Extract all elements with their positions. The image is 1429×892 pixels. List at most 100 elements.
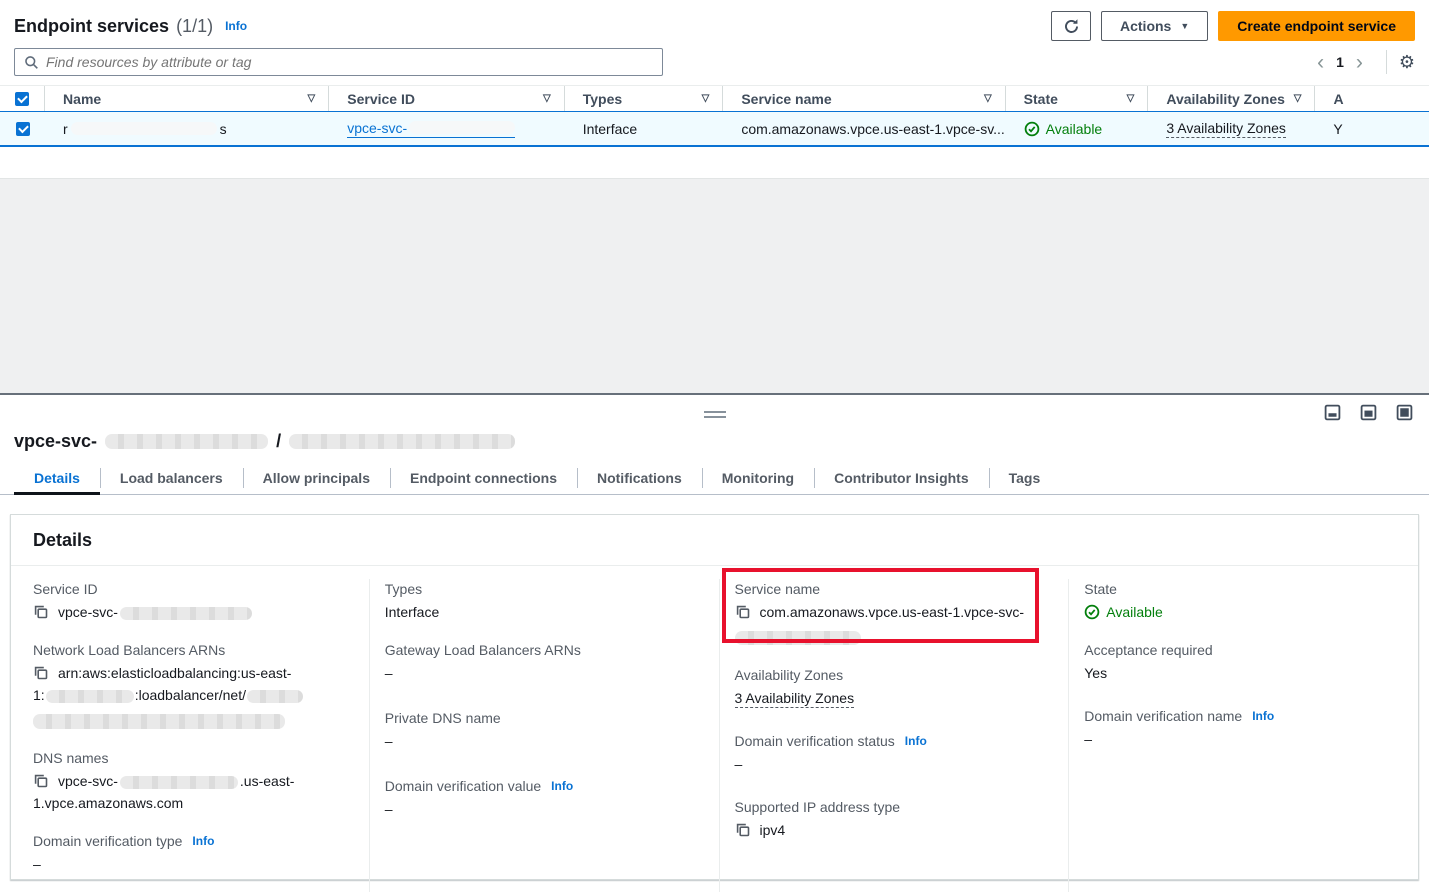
- field-gateway-lb-arns: Gateway Load Balancers ARNs –: [385, 640, 703, 684]
- row-state-cell: Available: [1006, 121, 1149, 137]
- row-checkbox[interactable]: [16, 122, 30, 136]
- filter-icon[interactable]: ▽: [984, 93, 992, 104]
- redacted-text: [71, 122, 217, 135]
- content-background: [0, 178, 1429, 393]
- field-domain-verification-value: Domain verification value Info –: [385, 776, 703, 820]
- resource-count: (1/1): [176, 16, 213, 37]
- copy-icon[interactable]: [33, 665, 49, 681]
- filter-icon[interactable]: ▽: [543, 93, 551, 104]
- actions-button[interactable]: Actions ▼: [1101, 11, 1208, 41]
- tab-monitoring[interactable]: Monitoring: [702, 461, 814, 494]
- column-header-availability-zones[interactable]: Availability Zones ▽: [1148, 86, 1315, 111]
- row-service-id-cell: vpce-svc-: [329, 120, 564, 138]
- field-service-name: Service name com.amazonaws.vpce.us-east-…: [735, 579, 1053, 648]
- details-grid: Service ID vpce-svc- Network Load Balanc…: [11, 566, 1418, 892]
- search-icon: [24, 55, 39, 70]
- next-page-icon[interactable]: ›: [1347, 52, 1372, 73]
- info-link[interactable]: Info: [1252, 706, 1274, 727]
- field-acceptance-required: Acceptance required Yes: [1084, 640, 1402, 684]
- panel-size-large-icon[interactable]: [1396, 404, 1413, 421]
- redacted-text: [409, 121, 515, 134]
- field-types: Types Interface: [385, 579, 703, 623]
- availability-zones-popover-trigger[interactable]: 3 Availability Zones: [1166, 120, 1286, 138]
- split-panel-title: vpce-svc- /: [14, 431, 515, 452]
- tab-details[interactable]: Details: [14, 461, 100, 494]
- row-types-cell: Interface: [565, 121, 724, 137]
- redacted-text: [735, 631, 861, 645]
- chevron-down-icon: ▼: [1180, 21, 1189, 31]
- refresh-icon: [1063, 18, 1080, 35]
- page-title: Endpoint services: [14, 16, 169, 37]
- details-column-2: Types Interface Gateway Load Balancers A…: [369, 579, 719, 892]
- toolbar-divider: [1386, 50, 1387, 74]
- field-service-id: Service ID vpce-svc-: [33, 579, 353, 623]
- endpoint-services-table: Name ▽ Service ID ▽ Types ▽ Service name…: [0, 85, 1429, 147]
- redacted-text: [120, 607, 252, 620]
- redacted-text: [289, 434, 515, 449]
- panel-size-medium-icon[interactable]: [1360, 404, 1377, 421]
- select-all-cell: [0, 86, 45, 111]
- copy-icon[interactable]: [735, 822, 751, 838]
- info-link[interactable]: Info: [192, 831, 214, 852]
- details-column-1: Service ID vpce-svc- Network Load Balanc…: [11, 579, 369, 892]
- info-link[interactable]: Info: [905, 731, 927, 752]
- filter-icon[interactable]: ▽: [702, 93, 710, 104]
- table-toolbar: ‹ 1 › ⚙: [0, 42, 1429, 78]
- select-all-checkbox[interactable]: [15, 92, 29, 106]
- preferences-gear-icon[interactable]: ⚙: [1399, 53, 1415, 71]
- tab-load-balancers[interactable]: Load balancers: [100, 461, 243, 494]
- split-panel-size-controls: [1324, 404, 1413, 421]
- availability-zones-popover-trigger[interactable]: 3 Availability Zones: [735, 690, 855, 708]
- filter-icon[interactable]: ▽: [308, 93, 316, 104]
- tab-tags[interactable]: Tags: [989, 461, 1061, 494]
- copy-icon[interactable]: [33, 773, 49, 789]
- check-circle-icon: [1084, 604, 1100, 620]
- create-endpoint-service-button[interactable]: Create endpoint service: [1218, 11, 1415, 41]
- header-actions: Actions ▼ Create endpoint service: [1051, 11, 1415, 41]
- column-header-service-name[interactable]: Service name ▽: [723, 86, 1005, 111]
- page-header: Endpoint services (1/1) Info Actions ▼ C…: [0, 0, 1429, 42]
- split-panel-drag-handle[interactable]: [704, 411, 726, 413]
- field-domain-verification-status: Domain verification status Info –: [735, 731, 1053, 775]
- tab-notifications[interactable]: Notifications: [577, 461, 702, 494]
- state-available: Available: [1084, 601, 1402, 623]
- filter-icon[interactable]: ▽: [1127, 93, 1135, 104]
- field-dns-names: DNS names vpce-svc-.us-east- 1.vpce.amaz…: [33, 748, 353, 814]
- row-partial-cell: Y: [1315, 121, 1429, 137]
- row-service-name-cell: com.amazonaws.vpce.us-east-1.vpce-sv...: [723, 121, 1005, 137]
- tab-allow-principals[interactable]: Allow principals: [243, 461, 390, 494]
- search-input[interactable]: [46, 54, 653, 70]
- details-column-3: Service name com.amazonaws.vpce.us-east-…: [719, 579, 1069, 892]
- search-box: [14, 48, 663, 76]
- panel-size-small-icon[interactable]: [1324, 404, 1341, 421]
- table-header-row: Name ▽ Service ID ▽ Types ▽ Service name…: [0, 85, 1429, 111]
- field-state: State Available: [1084, 579, 1402, 623]
- info-link[interactable]: Info: [551, 776, 573, 797]
- split-panel-tabs: Details Load balancers Allow principals …: [0, 461, 1429, 495]
- details-card: Details Service ID vpce-svc- Network Loa…: [10, 514, 1419, 880]
- split-panel: vpce-svc- / Details Load balancers Allow…: [0, 393, 1429, 886]
- column-header-service-id[interactable]: Service ID ▽: [329, 86, 564, 111]
- column-header-name[interactable]: Name ▽: [45, 86, 329, 111]
- column-header-partial[interactable]: A: [1315, 86, 1429, 111]
- field-nlb-arns: Network Load Balancers ARNs arn:aws:elas…: [33, 640, 353, 731]
- tab-endpoint-connections[interactable]: Endpoint connections: [390, 461, 577, 494]
- current-page[interactable]: 1: [1333, 54, 1347, 70]
- service-id-link[interactable]: vpce-svc-: [347, 120, 515, 138]
- previous-page-icon[interactable]: ‹: [1308, 52, 1333, 73]
- page-info-link[interactable]: Info: [225, 19, 247, 33]
- field-availability-zones: Availability Zones 3 Availability Zones: [735, 665, 1053, 709]
- endpoint-services-section: Endpoint services (1/1) Info Actions ▼ C…: [0, 0, 1429, 177]
- column-header-types[interactable]: Types ▽: [565, 86, 724, 111]
- copy-icon[interactable]: [735, 604, 751, 620]
- refresh-button[interactable]: [1051, 11, 1091, 41]
- row-name-cell: r s: [45, 121, 329, 137]
- details-column-4: State Available Acceptance required Yes: [1068, 579, 1418, 892]
- tab-contributor-insights[interactable]: Contributor Insights: [814, 461, 989, 494]
- field-domain-verification-type: Domain verification type Info –: [33, 831, 353, 875]
- column-header-state[interactable]: State ▽: [1006, 86, 1149, 111]
- table-row[interactable]: r s vpce-svc- Interface com.amazonaws.vp…: [0, 111, 1429, 147]
- copy-icon[interactable]: [33, 604, 49, 620]
- check-circle-icon: [1024, 121, 1040, 137]
- filter-icon[interactable]: ▽: [1294, 93, 1302, 104]
